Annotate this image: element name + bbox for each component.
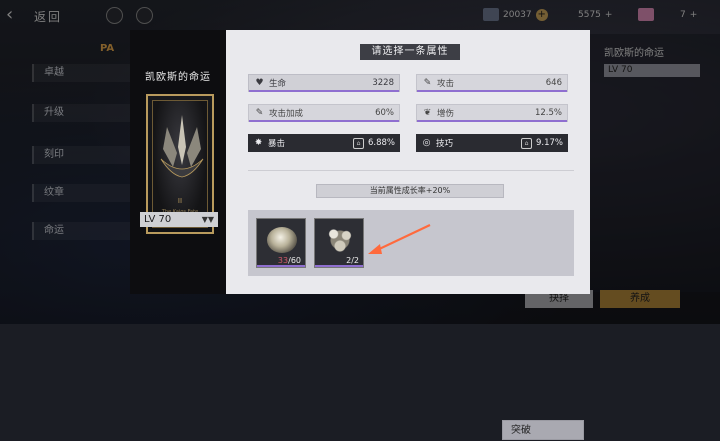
- attribute-label: 增伤: [437, 109, 455, 119]
- divider: [248, 170, 574, 171]
- claw-emblem-icon: [160, 115, 204, 178]
- card-name: 凯欧斯的命运: [145, 72, 211, 83]
- attribute-value: 3228: [372, 78, 394, 88]
- attribute-label: 技巧: [436, 139, 454, 149]
- attribute-label: 暴击: [268, 139, 286, 149]
- silver-gem-icon: [267, 227, 297, 253]
- material-slot-2[interactable]: 2/2: [314, 218, 364, 268]
- breakthrough-button[interactable]: 突破: [502, 420, 584, 440]
- attribute-label: 生命: [269, 79, 287, 89]
- attribute-label: 攻击加成: [269, 109, 304, 119]
- card-level-bar: LV 70 ▼▼: [140, 212, 218, 227]
- heart-icon: ♥: [255, 77, 264, 88]
- attribute-option-hp[interactable]: ♥ 生命 3228: [248, 74, 400, 92]
- attribute-value: 12.5%: [534, 108, 562, 118]
- lock-icon[interactable]: ⌂: [352, 137, 364, 149]
- card-art-frame: II The Kaios Fate: [152, 100, 208, 228]
- material-slot-1[interactable]: 33/60: [256, 218, 306, 268]
- sword-icon: ✎: [423, 77, 432, 88]
- double-chevron-down-icon: ▼▼: [201, 215, 214, 224]
- attribute-option-dmg-bonus[interactable]: ❦ 增伤 12.5%: [416, 104, 568, 122]
- material-count: 33/60: [277, 256, 301, 265]
- feather-icon: ❦: [423, 107, 432, 118]
- attribute-value: 6.88%: [367, 138, 395, 148]
- material-need: 2: [353, 256, 359, 265]
- material-bar: [257, 265, 305, 267]
- swirl-icon: ◎: [422, 137, 431, 148]
- attribute-value: 60%: [375, 108, 394, 118]
- material-need: 60: [290, 256, 301, 265]
- attribute-option-atk-bonus[interactable]: ✎ 攻击加成 60%: [248, 104, 400, 122]
- growth-rate-label: 当前属性成长率+20%: [316, 184, 504, 198]
- material-bar: [315, 265, 363, 267]
- sword-plus-icon: ✎: [255, 107, 264, 118]
- card-numeral: II: [177, 197, 183, 205]
- card-panel: 凯欧斯的命运 II The Kaios Fate LV 70 ▼▼: [130, 30, 226, 294]
- attribute-option-crit[interactable]: ✸ 暴击 ⌂ 6.88%: [248, 134, 400, 152]
- lock-icon[interactable]: ⌂: [520, 137, 532, 149]
- card-level: LV 70: [144, 214, 172, 225]
- attribute-option-atk[interactable]: ✎ 攻击 646: [416, 74, 568, 92]
- attribute-select-modal: 请选择一条属性 ♥ 生命 3228 ✎ 攻击 646 ✎ 攻击加成 60% ❦ …: [226, 30, 590, 440]
- burst-icon: ✸: [254, 137, 263, 148]
- attribute-value: 646: [545, 78, 562, 88]
- crystal-cluster-icon: [324, 225, 356, 255]
- attribute-label: 攻击: [437, 79, 455, 89]
- modal-title: 请选择一条属性: [360, 44, 460, 60]
- material-count: 2/2: [346, 256, 359, 265]
- attribute-grid: ♥ 生命 3228 ✎ 攻击 646 ✎ 攻击加成 60% ❦ 增伤 12.5%…: [248, 74, 574, 152]
- material-have: 2: [346, 256, 352, 265]
- material-area: 33/60 2/2 突破: [248, 210, 584, 440]
- attribute-value: 9.17%: [535, 138, 563, 148]
- material-have: 33: [277, 256, 289, 265]
- attribute-option-skill[interactable]: ◎ 技巧 ⌂ 9.17%: [416, 134, 568, 152]
